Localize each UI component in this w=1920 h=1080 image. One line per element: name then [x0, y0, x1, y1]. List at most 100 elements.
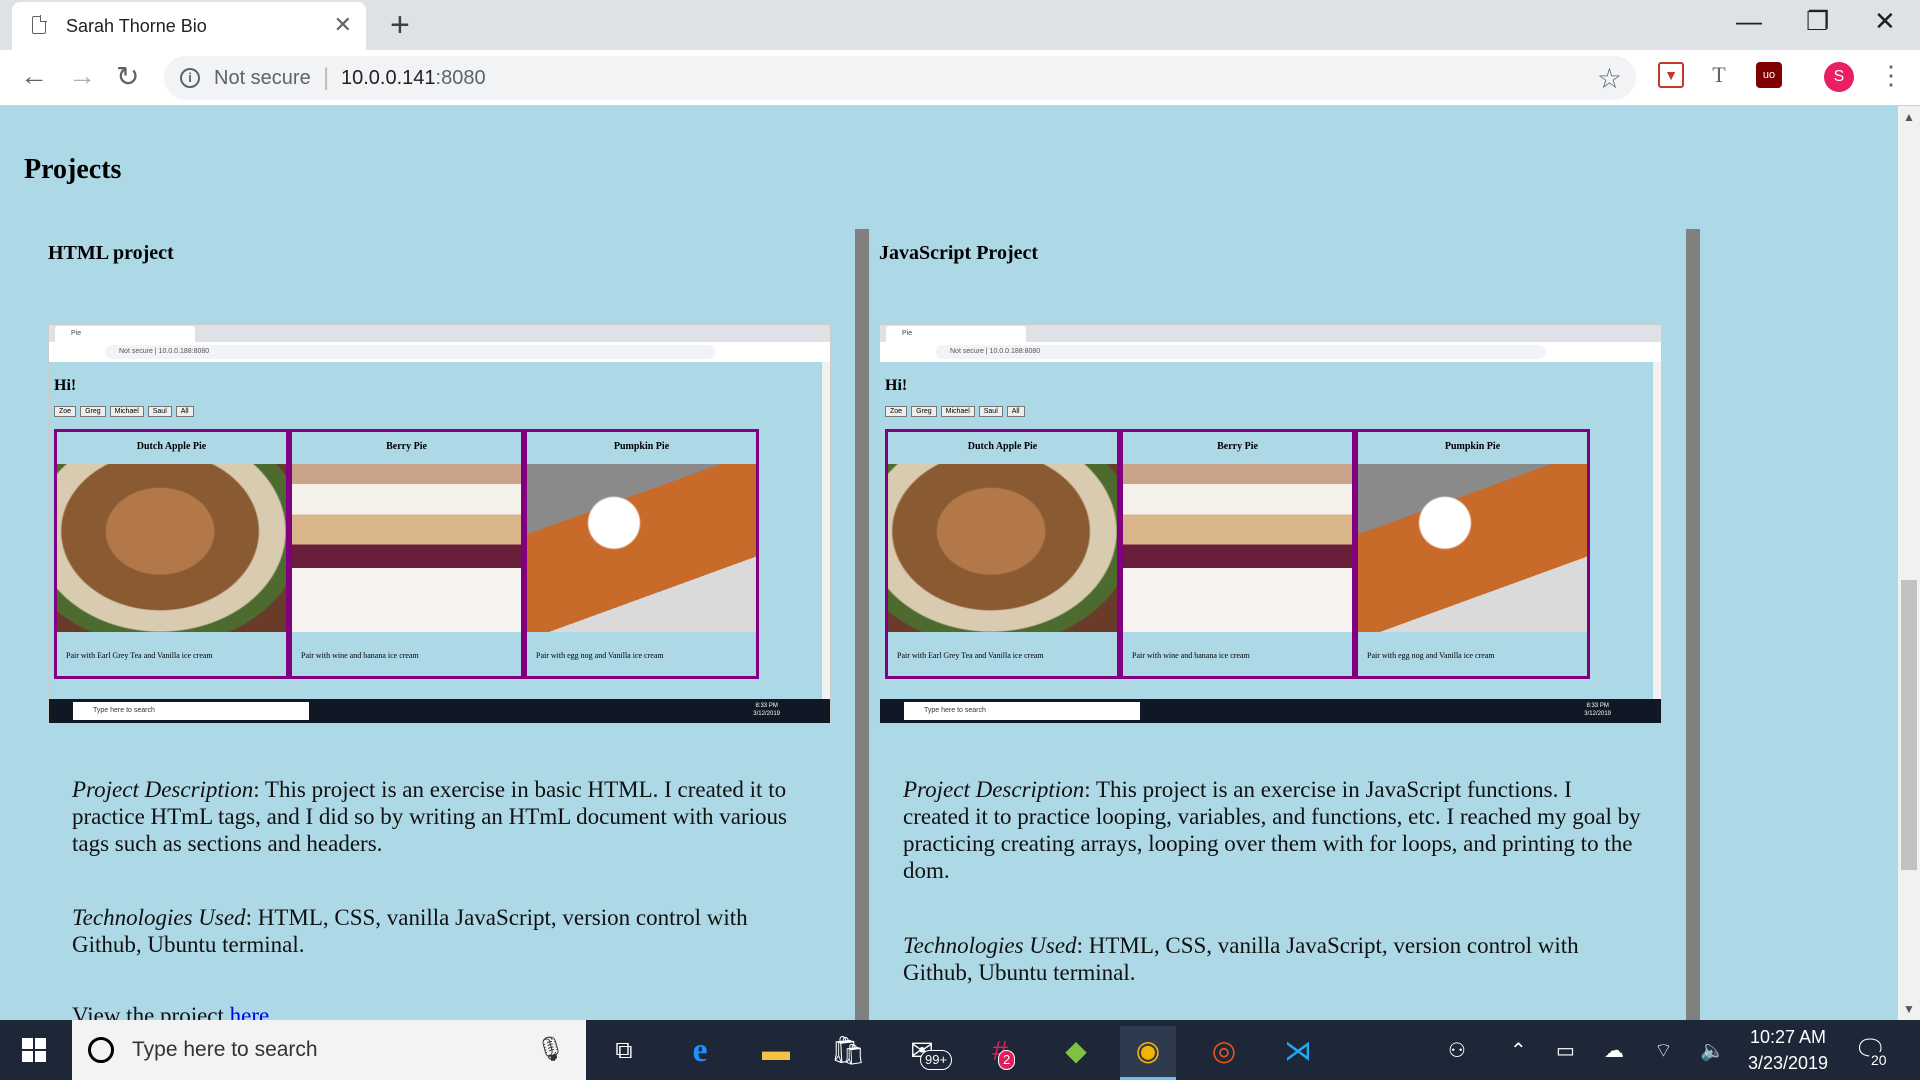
wifi-icon[interactable]: ⌔ [1654, 1038, 1673, 1063]
project-title: HTML project [48, 242, 174, 264]
people-icon[interactable]: ⚇ [1448, 1038, 1466, 1063]
mini-button: Saul [147, 406, 172, 417]
volume-icon[interactable]: 🔈 [1700, 1038, 1725, 1063]
clock-date: 3/23/2019 [1747, 1053, 1829, 1073]
mini-pair-text: Pair with egg nog and Vanilla ice cream [1367, 651, 1495, 660]
mini-greeting: Hi! [54, 377, 77, 394]
mini-button: Saul [978, 406, 1003, 417]
url-host: 10.0.0.141 [341, 67, 436, 89]
berry-pie-image [292, 464, 521, 632]
mini-button: All [1006, 406, 1025, 417]
scroll-up-icon[interactable]: ▲ [1903, 110, 1915, 124]
url-text[interactable]: 10.0.0.141:8080 [341, 67, 486, 90]
mini-address: Not secure | 10.0.0.188:8080 [105, 345, 715, 359]
project-view: View the project here [72, 1002, 812, 1020]
slack-badge: 2 [998, 1050, 1016, 1070]
mini-pie-card: Dutch Apple Pie Pair with Earl Grey Tea a… [54, 429, 289, 679]
view-text: View the project [72, 1003, 230, 1020]
mini-card-title: Berry Pie [1217, 441, 1258, 452]
notification-count: 20 [1868, 1052, 1890, 1068]
vscode-icon[interactable]: ⋊ [1270, 1026, 1326, 1080]
pocket-extension-icon[interactable]: ▼ [1658, 62, 1684, 88]
new-tab-button[interactable]: + [390, 6, 410, 45]
mini-pair-text: Pair with wine and banana ice cream [1132, 651, 1250, 660]
bookmark-star-icon[interactable]: ☆ [1597, 62, 1622, 95]
back-icon[interactable]: ← [20, 60, 48, 92]
microphone-icon[interactable]: 🎙 [536, 1035, 566, 1064]
menu-icon[interactable]: ⋮ [1878, 60, 1904, 91]
mini-address: Not secure | 10.0.0.188:8080 [936, 345, 1546, 359]
task-view-icon[interactable]: ⧉ [596, 1026, 652, 1080]
onedrive-icon[interactable]: ☁ [1604, 1038, 1624, 1063]
profile-avatar[interactable]: S [1824, 62, 1854, 92]
restore-button[interactable]: ❐ [1806, 6, 1829, 37]
minimize-button[interactable]: — [1736, 6, 1762, 37]
scroll-down-icon[interactable]: ▼ [1903, 1002, 1915, 1016]
mini-tab: Pie [886, 326, 1026, 342]
mini-card-title: Dutch Apple Pie [136, 441, 207, 452]
description-label: Project Description [72, 777, 254, 802]
pumpkin-pie-image [527, 464, 756, 632]
taskbar-clock[interactable]: 10:27 AM 3/23/2019 [1728, 1024, 1848, 1076]
project-technologies: Technologies Used: HTML, CSS, vanilla Ja… [903, 932, 1643, 986]
text-extension-icon[interactable]: T [1706, 62, 1732, 88]
reload-icon[interactable]: ↻ [116, 60, 139, 93]
windows-start-icon[interactable] [22, 1038, 46, 1062]
ubuntu-icon[interactable]: ◎ [1196, 1026, 1252, 1080]
battery-icon[interactable]: ▭ [1556, 1038, 1575, 1063]
view-project-link[interactable]: here [230, 1003, 270, 1020]
mini-button: All [175, 406, 194, 417]
clock-time: 10:27 AM [1749, 1027, 1827, 1047]
column-divider [1686, 229, 1700, 1020]
mini-button: Michael [940, 406, 975, 417]
tab-close-icon[interactable]: ✕ [334, 12, 352, 38]
mini-pie-card: Berry Pie Pair with wine and banana ice c… [1120, 429, 1355, 679]
project-title: JavaScript Project [879, 242, 1039, 264]
forward-icon[interactable]: → [68, 60, 96, 92]
tab-strip: Sarah Thorne Bio ✕ + — ❐ ✕ [0, 0, 1920, 50]
taskbar-search-box[interactable]: Type here to search 🎙 [72, 1020, 586, 1080]
mini-button: Zoe [885, 406, 908, 417]
chrome-icon[interactable]: ◉ [1120, 1026, 1176, 1080]
project-screenshot: Pie Not secure | 10.0.0.188:8080 Hi! Zoe… [48, 324, 831, 724]
page-icon [32, 15, 47, 34]
mini-search: Type here to search [73, 702, 309, 720]
mini-tab: Pie [55, 326, 195, 342]
project-technologies: Technologies Used: HTML, CSS, vanilla Ja… [72, 904, 812, 958]
scroll-thumb[interactable] [1901, 580, 1917, 870]
mini-card-title: Pumpkin Pie [1444, 441, 1501, 452]
ublock-extension-icon[interactable]: uo [1756, 62, 1782, 88]
mini-button: Michael [109, 406, 144, 417]
file-explorer-icon[interactable]: ▬ [748, 1026, 804, 1080]
taskbar-search-placeholder: Type here to search [132, 1038, 318, 1061]
edge-icon[interactable]: e [672, 1026, 728, 1080]
mini-toolbar: Not secure | 10.0.0.188:8080 [49, 342, 830, 362]
mini-toolbar: Not secure | 10.0.0.188:8080 [880, 342, 1661, 362]
address-bar[interactable]: i Not secure | 10.0.0.141:8080 ☆ [164, 56, 1636, 100]
mini-pie-cards: Dutch Apple Pie Pair with Earl Grey Tea a… [54, 429, 759, 679]
mini-button: Zoe [54, 406, 77, 417]
mail-badge: 99+ [920, 1050, 953, 1070]
mini-button: Greg [911, 406, 937, 417]
store-icon[interactable]: 🛍 [820, 1026, 876, 1080]
gitkraken-icon[interactable]: ◆ [1048, 1026, 1104, 1080]
apple-pie-image [888, 464, 1117, 632]
mini-scrollbar [1653, 362, 1661, 700]
mini-pie-card: Dutch Apple Pie Pair with Earl Grey Tea a… [885, 429, 1120, 679]
mini-button: Greg [80, 406, 106, 417]
cortana-icon [88, 1037, 114, 1063]
not-secure-label: Not secure [214, 67, 311, 89]
mini-card-title: Dutch Apple Pie [967, 441, 1038, 452]
page-scrollbar[interactable]: ▲ ▼ [1898, 106, 1920, 1020]
mini-taskbar: Type here to search 8:33 PM 3/12/2019 [880, 699, 1661, 723]
show-hidden-icons[interactable]: ⌃ [1510, 1038, 1527, 1063]
mini-card-title: Berry Pie [386, 441, 427, 452]
mini-button-row: Zoe Greg Michael Saul All [885, 406, 1025, 417]
browser-tab[interactable]: Sarah Thorne Bio ✕ [12, 2, 366, 50]
info-icon[interactable]: i [180, 68, 200, 88]
close-window-button[interactable]: ✕ [1874, 6, 1896, 37]
mini-pair-text: Pair with wine and banana ice cream [301, 651, 419, 660]
project-description: Project Description: This project is an … [903, 776, 1643, 884]
tab-title: Sarah Thorne Bio [66, 16, 207, 36]
mini-time: 8:33 PM [1586, 703, 1609, 709]
